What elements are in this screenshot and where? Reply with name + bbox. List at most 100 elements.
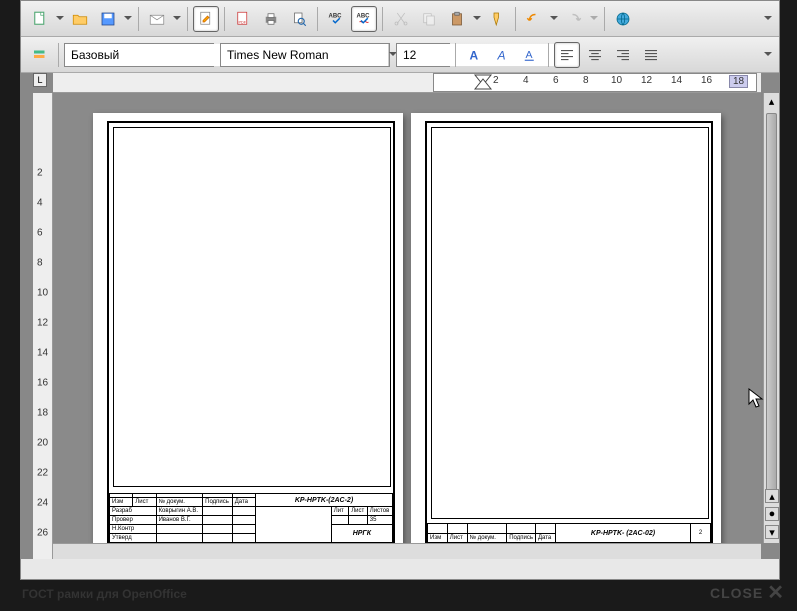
font-size-combo[interactable] (396, 43, 450, 67)
ruler-tick: 18 (729, 75, 748, 88)
svg-text:ABC: ABC (329, 13, 343, 19)
toolbar-overflow[interactable] (763, 49, 773, 60)
edit-button[interactable] (193, 6, 219, 32)
close-label: CLOSE (710, 585, 763, 601)
ruler-tick: 26 (37, 528, 48, 539)
svg-text:A: A (526, 49, 533, 61)
scroll-thumb[interactable] (766, 113, 777, 493)
standard-toolbar: PDF ABC ABC (21, 1, 779, 37)
close-icon: ✕ (767, 580, 785, 605)
horizontal-scrollbar[interactable] (53, 543, 761, 559)
ruler-tick: 20 (37, 438, 48, 449)
redo-dropdown[interactable] (589, 13, 599, 24)
page-2: KP-HPTK- (2AC-02) 2 ИзмЛист№ докум.Подпи… (411, 113, 721, 553)
formatting-toolbar: A A A (21, 37, 779, 73)
svg-text:A: A (470, 48, 479, 62)
ruler-tick: 16 (37, 378, 48, 389)
font-name-input[interactable] (221, 44, 388, 66)
ruler-tick: 4 (523, 75, 529, 86)
next-page-button[interactable]: ▾ (765, 525, 779, 539)
ruler-tick: 22 (37, 468, 48, 479)
italic-button[interactable]: A (489, 42, 515, 68)
close-button[interactable]: CLOSE ✕ (710, 580, 785, 605)
paragraph-style-combo[interactable] (64, 43, 214, 67)
redo-button[interactable] (561, 6, 587, 32)
ruler-tick: 4 (37, 198, 43, 209)
indent-marker-icon[interactable] (473, 73, 493, 91)
print-preview-button[interactable] (286, 6, 312, 32)
new-button[interactable] (27, 6, 53, 32)
save-dropdown[interactable] (123, 13, 133, 24)
separator (224, 7, 225, 31)
new-dropdown[interactable] (55, 13, 65, 24)
underline-button[interactable]: A (517, 42, 543, 68)
separator (187, 7, 188, 31)
svg-text:ABC: ABC (357, 13, 371, 19)
hyperlink-button[interactable] (610, 6, 636, 32)
undo-button[interactable] (521, 6, 547, 32)
application-window: PDF ABC ABC (20, 0, 780, 580)
styles-button[interactable] (27, 42, 53, 68)
toolbar-overflow[interactable] (763, 13, 773, 24)
format-paintbrush-button[interactable] (484, 6, 510, 32)
ruler-tick: 6 (37, 228, 43, 239)
ruler-tick: 14 (671, 75, 682, 86)
font-name-combo[interactable] (220, 43, 390, 67)
title-block-small: KP-HPTK- (2AC-02) 2 ИзмЛист№ докум.Подпи… (425, 523, 713, 545)
align-center-button[interactable] (582, 42, 608, 68)
prev-page-button[interactable]: ▴ (765, 489, 779, 503)
align-justify-button[interactable] (638, 42, 664, 68)
ruler-tick: 14 (37, 348, 48, 359)
undo-dropdown[interactable] (549, 13, 559, 24)
ruler-tick: 10 (37, 288, 48, 299)
navigation-buttons: ▴ ● ▾ (765, 489, 779, 539)
ruler-tick: 2 (493, 75, 499, 86)
open-button[interactable] (67, 6, 93, 32)
horizontal-ruler[interactable]: 2 4 6 8 10 12 14 16 18 (53, 73, 761, 93)
save-button[interactable] (95, 6, 121, 32)
document-canvas[interactable]: KP-HPTK-(2AC-2) ИзмЛист№ докум.ПодписьДа… (53, 93, 761, 543)
vertical-scrollbar[interactable]: ▴ ▾ (763, 93, 779, 543)
copy-button[interactable] (416, 6, 442, 32)
page-1: KP-HPTK-(2AC-2) ИзмЛист№ докум.ПодписьДа… (93, 113, 403, 553)
svg-text:PDF: PDF (239, 20, 247, 24)
autospellcheck-button[interactable]: ABC (351, 6, 377, 32)
doc-code: KP-HPTK-(2AC-2) (256, 494, 393, 507)
cut-button[interactable] (388, 6, 414, 32)
ruler-tick: 10 (611, 75, 622, 86)
inner-frame (431, 127, 709, 519)
spellcheck-button[interactable]: ABC (323, 6, 349, 32)
separator (382, 7, 383, 31)
vertical-ruler[interactable]: 2 4 6 8 10 12 14 16 18 20 22 24 26 (33, 93, 53, 559)
nav-select-button[interactable]: ● (765, 507, 779, 521)
ruler-tick: 8 (37, 258, 43, 269)
scroll-up-button[interactable]: ▴ (764, 93, 779, 109)
ruler-tick: 2 (37, 168, 43, 179)
inner-frame (113, 127, 391, 487)
paste-button[interactable] (444, 6, 470, 32)
align-left-button[interactable] (554, 42, 580, 68)
ruler-tick: 6 (553, 75, 559, 86)
ruler-corner[interactable]: L (33, 73, 47, 87)
separator (515, 7, 516, 31)
separator (455, 43, 456, 67)
mail-dropdown[interactable] (172, 13, 182, 24)
paragraph-style-input[interactable] (65, 44, 232, 66)
align-right-button[interactable] (610, 42, 636, 68)
export-pdf-button[interactable]: PDF (230, 6, 256, 32)
bold-button[interactable]: A (461, 42, 487, 68)
print-button[interactable] (258, 6, 284, 32)
separator (317, 7, 318, 31)
svg-text:A: A (497, 48, 506, 62)
ruler-tick: 12 (37, 318, 48, 329)
document-workspace: L 2 4 6 8 10 12 14 16 18 2 4 6 8 10 12 1… (21, 73, 779, 559)
mail-button[interactable] (144, 6, 170, 32)
title-block: KP-HPTK-(2AC-2) ИзмЛист№ докум.ПодписьДа… (107, 493, 395, 545)
separator (58, 43, 59, 67)
separator (138, 7, 139, 31)
separator (604, 7, 605, 31)
paste-dropdown[interactable] (472, 13, 482, 24)
ruler-tick: 24 (37, 498, 48, 509)
separator (548, 43, 549, 67)
image-caption: ГОСТ рамки для OpenOffice (22, 587, 187, 601)
